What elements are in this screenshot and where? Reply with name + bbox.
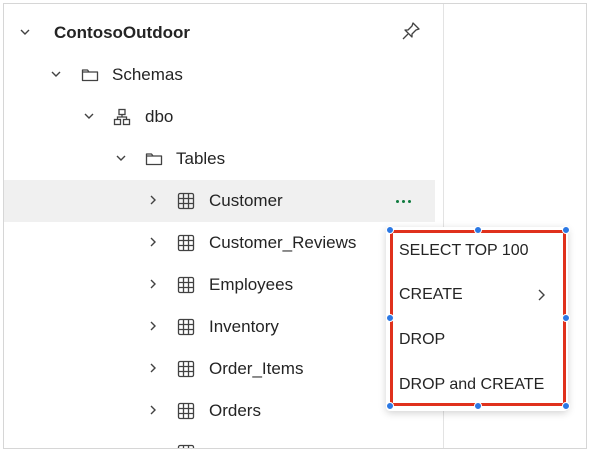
- tree-node-label: Order_Items: [209, 359, 304, 378]
- table-icon: [176, 275, 196, 295]
- tree-node-order-items[interactable]: Order_Items: [4, 348, 435, 390]
- tree-node-label: Orders: [209, 401, 261, 420]
- menu-item-label: CREATE: [399, 286, 463, 303]
- chevron-right-icon[interactable]: [146, 235, 160, 249]
- database-tree: ContosoOutdoor Schemas dbo Tables Custom…: [4, 4, 443, 448]
- table-context-menu: SELECT TOP 100 CREATE DROP DROP and CREA…: [386, 227, 568, 411]
- folder-icon: [144, 149, 164, 169]
- tree-node-inventory[interactable]: Inventory: [4, 306, 435, 348]
- tree-node-label: Inventory: [209, 317, 279, 336]
- pin-icon[interactable]: [400, 20, 422, 42]
- chevron-down-icon[interactable]: [18, 25, 32, 39]
- chevron-down-icon[interactable]: [82, 109, 96, 123]
- chevron-right-icon[interactable]: [146, 193, 160, 207]
- more-options-button[interactable]: [390, 188, 416, 214]
- tree-node-customer[interactable]: Customer: [4, 180, 435, 222]
- table-icon: [176, 401, 196, 421]
- menu-item-create[interactable]: CREATE: [386, 273, 568, 317]
- tree-node-label: Customer: [209, 191, 283, 210]
- table-icon: [176, 233, 196, 253]
- folder-icon: [80, 65, 100, 85]
- menu-item-label: DROP: [399, 331, 446, 348]
- tree-node-partial[interactable]: [4, 432, 435, 448]
- tree-node-contosooutdoor[interactable]: ContosoOutdoor: [4, 12, 435, 54]
- tree-node-schemas[interactable]: Schemas: [4, 54, 435, 96]
- tree-node-employees[interactable]: Employees: [4, 264, 435, 306]
- table-icon: [176, 443, 196, 448]
- chevron-down-icon[interactable]: [49, 67, 63, 81]
- tree-node-label: Tables: [176, 149, 226, 168]
- tree-node-label: dbo: [145, 107, 174, 126]
- table-icon: [176, 359, 196, 379]
- schema-icon: [112, 107, 132, 127]
- menu-item-label: DROP and CREATE: [399, 376, 545, 393]
- tree-node-label: Schemas: [112, 65, 183, 84]
- chevron-right-icon: [533, 287, 549, 303]
- chevron-right-icon[interactable]: [146, 277, 160, 291]
- table-icon: [176, 317, 196, 337]
- chevron-right-icon[interactable]: [146, 319, 160, 333]
- tree-node-label: Customer_Reviews: [209, 233, 357, 252]
- chevron-right-icon[interactable]: [146, 403, 160, 417]
- tree-node-label: ContosoOutdoor: [54, 23, 190, 42]
- tree-node-dbo[interactable]: dbo: [4, 96, 435, 138]
- menu-item-drop-and-create[interactable]: DROP and CREATE: [386, 363, 568, 407]
- tree-node-tables[interactable]: Tables: [4, 138, 435, 180]
- menu-item-label: SELECT TOP 100: [399, 242, 529, 259]
- tree-node-customer-reviews[interactable]: Customer_Reviews: [4, 222, 435, 264]
- tree-node-label: Employees: [209, 275, 294, 294]
- tree-node-orders[interactable]: Orders: [4, 390, 435, 432]
- chevron-right-icon[interactable]: [146, 361, 160, 375]
- menu-item-select-top-100[interactable]: SELECT TOP 100: [386, 229, 568, 273]
- chevron-down-icon[interactable]: [114, 151, 128, 165]
- table-icon: [176, 191, 196, 211]
- menu-item-drop[interactable]: DROP: [386, 318, 568, 362]
